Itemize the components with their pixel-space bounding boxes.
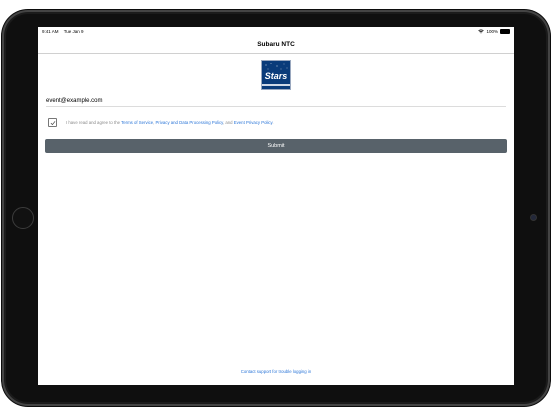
status-left: 9:41 AM Tue Jan 9	[42, 29, 88, 34]
checkmark-icon	[50, 120, 55, 125]
privacy-policy-link[interactable]: Privacy and Data Processing Policy	[156, 120, 224, 125]
agreement-prefix: I have read and agree to the	[66, 120, 122, 125]
agreement-suffix: .	[272, 120, 274, 125]
status-time: 9:41 AM	[42, 29, 59, 34]
support-label: Contact support for trouble logging in	[240, 369, 312, 374]
agreement-checkbox[interactable]	[48, 118, 57, 127]
app-screen: 9:41 AM Tue Jan 9 100% Subaru NTC Stars …	[38, 27, 514, 385]
logo-container: Stars	[38, 60, 514, 90]
battery-icon	[500, 28, 510, 35]
navigation-bar: Subaru NTC	[38, 36, 514, 54]
camera-icon	[530, 214, 537, 221]
agreement-sep-2: , and	[223, 120, 234, 125]
terms-of-service-link[interactable]: Terms of Service	[121, 120, 153, 125]
battery-percent: 100%	[486, 29, 498, 34]
agreement-row: I have read and agree to the Terms of Se…	[48, 118, 274, 127]
email-value: event@example.com	[46, 97, 103, 104]
logo-stripe	[262, 84, 290, 86]
logo-text: Stars	[264, 71, 288, 81]
email-field[interactable]: event@example.com	[46, 95, 506, 107]
stars-logo: Stars	[261, 60, 291, 90]
event-privacy-policy-link[interactable]: Event Privacy Policy	[234, 120, 273, 125]
contact-support-link[interactable]: Contact support for trouble logging in	[38, 369, 514, 374]
agreement-text: I have read and agree to the Terms of Se…	[66, 120, 274, 125]
page-title: Subaru NTC	[257, 41, 295, 48]
status-date: Tue Jan 9	[63, 29, 84, 34]
submit-button[interactable]: Submit	[45, 139, 507, 153]
status-bar: 9:41 AM Tue Jan 9 100%	[38, 27, 514, 36]
home-button-icon[interactable]	[12, 207, 34, 229]
status-right: 100%	[478, 28, 510, 35]
submit-label: Submit	[267, 143, 285, 149]
wifi-icon	[478, 29, 485, 34]
